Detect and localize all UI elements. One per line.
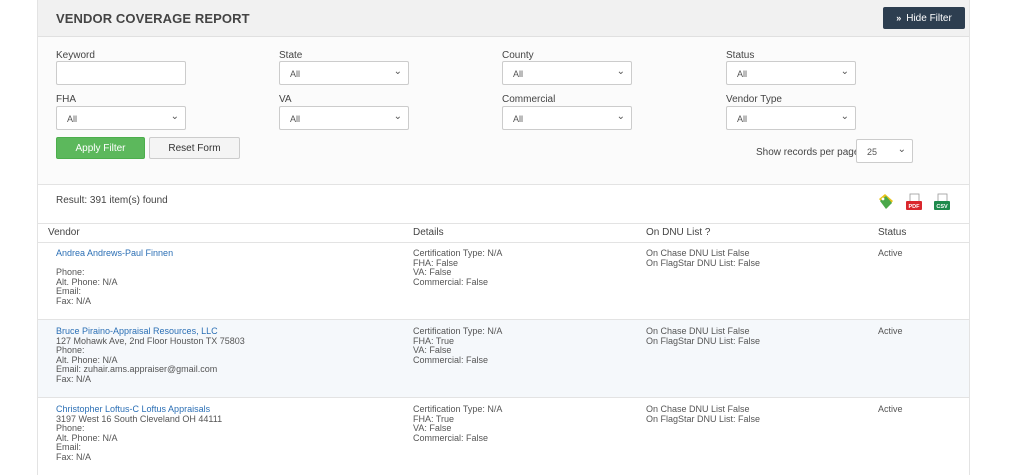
keyword-label: Keyword: [56, 50, 95, 61]
export-icons: PDF CSV: [877, 193, 951, 211]
status-select[interactable]: All ⌄: [726, 61, 856, 85]
vendor-cell: Bruce Piraino-Appraisal Resources, LLC 1…: [56, 326, 245, 384]
chevron-down-icon: ⌄: [393, 111, 402, 122]
dnu-cell: On Chase DNU List False On FlagStar DNU …: [646, 326, 761, 346]
fha-select[interactable]: All ⌄: [56, 106, 186, 130]
vendor-fax: Fax: N/A: [56, 451, 92, 462]
panel-header: VENDOR COVERAGE REPORT » Hide Filter: [38, 0, 969, 37]
commercial-value: Commercial: False: [413, 354, 489, 365]
flagstar-dnu: On FlagStar DNU List: False: [646, 257, 761, 268]
vendor-cell: Christopher Loftus-C Loftus Appraisals 3…: [56, 404, 222, 462]
records-per-page-label: Show records per page: [756, 147, 860, 158]
state-label: State: [279, 50, 303, 61]
table-row: Bruce Piraino-Appraisal Resources, LLC 1…: [38, 320, 969, 398]
column-header-vendor[interactable]: Vendor: [48, 227, 80, 238]
status-cell: Active: [878, 248, 903, 258]
tag-icon[interactable]: [877, 193, 895, 211]
hide-filter-label: Hide Filter: [906, 12, 952, 24]
vendor-type-select[interactable]: All ⌄: [726, 106, 856, 130]
column-header-details[interactable]: Details: [413, 227, 444, 238]
hide-filter-button[interactable]: » Hide Filter: [883, 7, 965, 29]
chevron-down-icon: ⌄: [616, 66, 625, 77]
reset-form-button[interactable]: Reset Form: [149, 137, 240, 159]
va-select[interactable]: All ⌄: [279, 106, 409, 130]
status-label: Status: [726, 50, 755, 61]
county-label: County: [502, 50, 534, 61]
csv-export-icon[interactable]: CSV: [933, 193, 951, 211]
table-header: Vendor Details On DNU List ? Status: [38, 223, 969, 243]
column-header-dnu[interactable]: On DNU List ?: [646, 227, 710, 238]
page-title: VENDOR COVERAGE REPORT: [56, 11, 250, 26]
chevron-down-icon: ⌄: [840, 66, 849, 77]
details-cell: Certification Type: N/A FHA: True VA: Fa…: [413, 404, 502, 443]
commercial-value: Commercial: False: [413, 432, 489, 443]
details-cell: Certification Type: N/A FHA: False VA: F…: [413, 248, 502, 287]
state-select-value: All: [290, 69, 301, 79]
table-row: Andrea Andrews-Paul Finnen Phone: Alt. P…: [38, 242, 969, 320]
table-row: Christopher Loftus-C Loftus Appraisals 3…: [38, 398, 969, 475]
vendor-name-link[interactable]: Andrea Andrews-Paul Finnen: [56, 248, 173, 259]
records-per-page-select[interactable]: 25 ⌄: [856, 139, 913, 163]
csv-icon-text: CSV: [936, 204, 948, 210]
status-cell: Active: [878, 326, 903, 336]
vendor-type-select-value: All: [737, 114, 748, 124]
status-select-value: All: [737, 69, 748, 79]
va-label: VA: [279, 94, 292, 105]
chevron-down-icon: ⌄: [897, 144, 906, 155]
vendor-fax: Fax: N/A: [56, 295, 92, 306]
chevron-down-icon: ⌄: [393, 66, 402, 77]
commercial-select[interactable]: All ⌄: [502, 106, 632, 130]
records-per-page-value: 25: [867, 147, 878, 157]
fha-select-value: All: [67, 114, 78, 124]
pdf-icon-text: PDF: [909, 204, 921, 210]
details-cell: Certification Type: N/A FHA: True VA: Fa…: [413, 326, 502, 365]
fha-label: FHA: [56, 94, 76, 105]
pdf-export-icon[interactable]: PDF: [905, 193, 923, 211]
commercial-value: Commercial: False: [413, 276, 489, 287]
county-select-value: All: [513, 69, 524, 79]
filter-form: Keyword State All ⌄ County All ⌄ Status …: [38, 37, 969, 185]
apply-filter-button[interactable]: Apply Filter: [56, 137, 145, 159]
result-count: Result: 391 item(s) found: [56, 195, 168, 206]
county-select[interactable]: All ⌄: [502, 61, 632, 85]
state-select[interactable]: All ⌄: [279, 61, 409, 85]
vendor-type-label: Vendor Type: [726, 94, 782, 105]
chevron-down-icon: ⌄: [170, 111, 179, 122]
vendor-cell: Andrea Andrews-Paul Finnen Phone: Alt. P…: [56, 248, 173, 306]
dnu-cell: On Chase DNU List False On FlagStar DNU …: [646, 248, 761, 268]
keyword-input[interactable]: [56, 61, 186, 85]
status-cell: Active: [878, 404, 903, 414]
column-header-status[interactable]: Status: [878, 227, 906, 238]
vendor-coverage-panel: VENDOR COVERAGE REPORT » Hide Filter Key…: [37, 0, 970, 475]
va-select-value: All: [290, 114, 301, 124]
dnu-cell: On Chase DNU List False On FlagStar DNU …: [646, 404, 761, 424]
flagstar-dnu: On FlagStar DNU List: False: [646, 335, 761, 346]
vendor-fax: Fax: N/A: [56, 373, 92, 384]
chevron-down-icon: ⌄: [840, 111, 849, 122]
commercial-select-value: All: [513, 114, 524, 124]
double-chevron-down-icon: »: [896, 13, 902, 23]
result-bar: Result: 391 item(s) found PDF CSV: [38, 185, 969, 223]
commercial-label: Commercial: [502, 94, 556, 105]
flagstar-dnu: On FlagStar DNU List: False: [646, 413, 761, 424]
chevron-down-icon: ⌄: [616, 111, 625, 122]
